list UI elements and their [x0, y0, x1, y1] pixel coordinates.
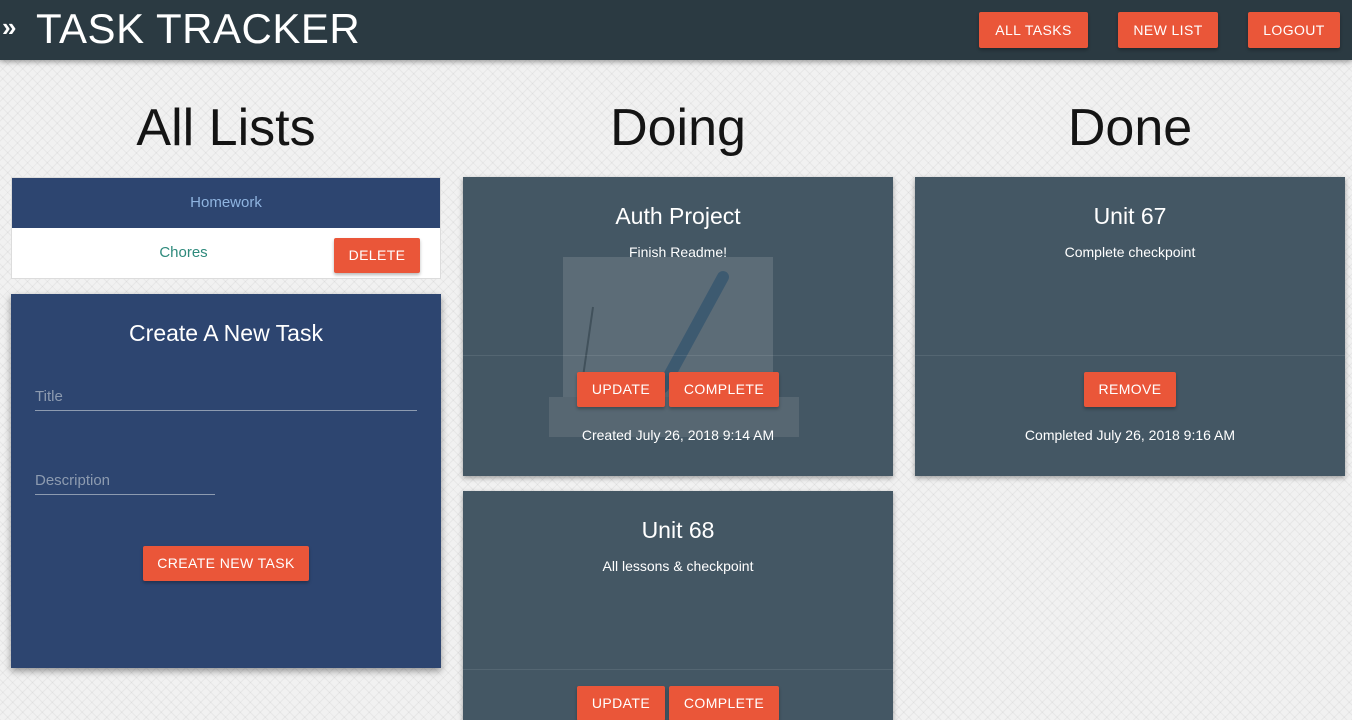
remove-button[interactable]: REMOVE: [1084, 372, 1176, 407]
delete-list-button[interactable]: DELETE: [334, 238, 420, 273]
all-tasks-button[interactable]: ALL TASKS: [979, 12, 1088, 48]
update-button[interactable]: UPDATE: [577, 686, 665, 720]
list-item-label[interactable]: Chores: [12, 228, 355, 278]
task-description: All lessons & checkpoint: [602, 558, 754, 574]
complete-button[interactable]: COMPLETE: [669, 372, 779, 407]
create-new-task-button[interactable]: CREATE NEW TASK: [143, 546, 309, 581]
doing-task-card: Unit 68 All lessons & checkpoint UPDATE …: [463, 491, 893, 720]
watermark-image: [549, 257, 799, 437]
complete-button[interactable]: COMPLETE: [669, 686, 779, 720]
all-lists-heading: All Lists: [136, 99, 316, 157]
list-item-homework[interactable]: Homework: [12, 178, 440, 228]
app-title: TASK TRACKER: [36, 5, 361, 52]
update-button[interactable]: UPDATE: [577, 372, 665, 407]
doing-task-card: Auth Project Finish Readme! UPDATE COMPL…: [463, 177, 893, 476]
description-input[interactable]: [35, 467, 215, 495]
doing-heading: Doing: [610, 99, 746, 157]
task-description: Complete checkpoint: [1064, 244, 1196, 260]
task-title: Unit 68: [641, 517, 715, 543]
top-navbar: » TASK TRACKER ALL TASKS NEW LIST LOGOUT: [0, 0, 1352, 60]
done-heading: Done: [1067, 99, 1193, 157]
create-task-title: Create A New Task: [129, 320, 323, 346]
logout-button[interactable]: LOGOUT: [1248, 12, 1340, 48]
task-completed-time: Completed July 26, 2018 9:16 AM: [1024, 427, 1236, 443]
task-created-time: Created July 26, 2018 9:14 AM: [581, 427, 775, 443]
new-list-button[interactable]: NEW LIST: [1118, 12, 1218, 48]
lists-panel: Homework Chores DELETE: [11, 177, 441, 279]
card-divider: [915, 355, 1345, 356]
card-divider: [463, 669, 893, 670]
list-item-chores[interactable]: Chores DELETE: [12, 228, 440, 278]
title-input[interactable]: [35, 383, 417, 411]
menu-chevron-icon[interactable]: »: [2, 14, 16, 40]
card-divider: [463, 355, 893, 356]
done-task-card: Unit 67 Complete checkpoint REMOVE Compl…: [915, 177, 1345, 476]
create-task-form: Create A New Task CREATE NEW TASK: [11, 294, 441, 668]
task-title: Unit 67: [1093, 203, 1167, 229]
task-description: Finish Readme!: [628, 244, 728, 260]
task-title: Auth Project: [615, 203, 741, 229]
